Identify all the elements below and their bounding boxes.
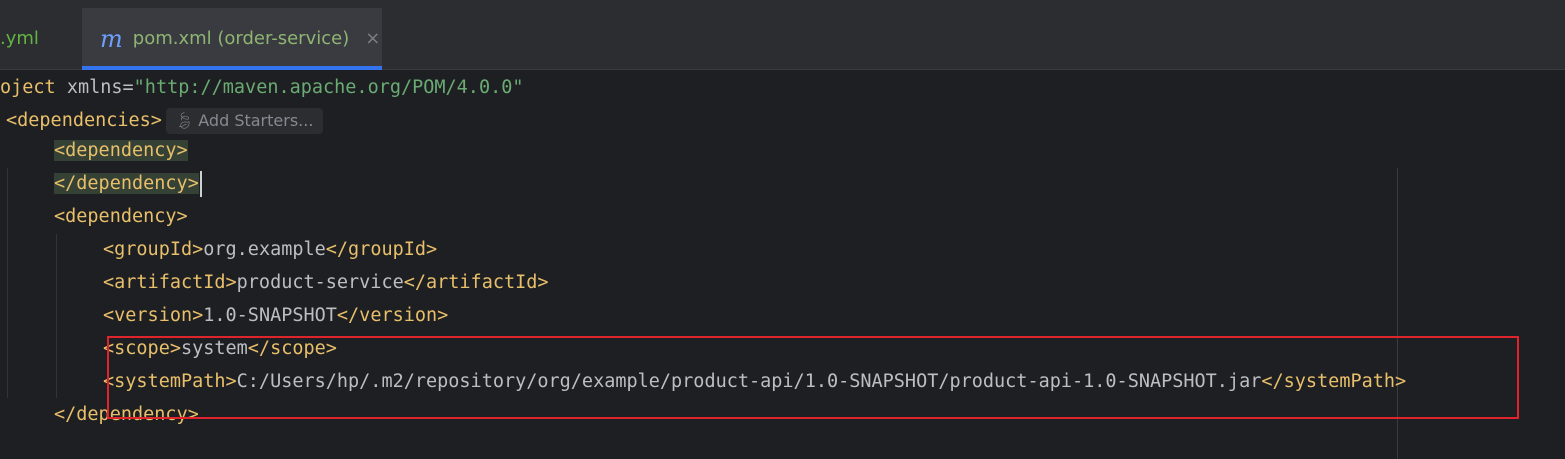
xml-text: product-service (236, 272, 404, 293)
code-line-4: </dependency> (54, 167, 202, 200)
code-line-6: <groupId>org.example</groupId> (103, 233, 437, 266)
spring-leaf-icon: 🍃︎ (173, 111, 195, 130)
code-line-1: oject xmlns="http://maven.apache.org/POM… (0, 71, 524, 104)
xml-tag-matched: </dependency> (54, 173, 199, 194)
xml-attribute-value: "http://maven.apache.org/POM/4.0.0" (133, 77, 524, 98)
indent-guide (7, 168, 8, 398)
code-line-5: <dependency> (54, 200, 188, 233)
tab-pom-label: pom.xml (order-service) (132, 28, 350, 49)
code-line-2: <dependencies> 🍃︎ Add Starters... (6, 104, 324, 137)
close-tab-icon[interactable]: × (365, 28, 380, 49)
xml-tag: <artifactId> (103, 272, 237, 293)
xml-tag: <groupId> (103, 239, 204, 260)
xml-tag: <version> (103, 305, 204, 326)
xml-tag: <dependency> (54, 206, 188, 227)
tab-pom-xml[interactable]: m pom.xml (order-service) × (82, 8, 382, 70)
code-line-7: <artifactId>product-service</artifactId> (103, 266, 549, 299)
xml-tag: oject (0, 77, 56, 98)
indent-guide (56, 234, 57, 398)
editor-tab-bar: .yml m pom.xml (order-service) × (0, 8, 1565, 70)
code-editor[interactable]: oject xmlns="http://maven.apache.org/POM… (0, 70, 1565, 459)
xml-tag: </groupId> (325, 239, 438, 260)
xml-text: 1.0-SNAPSHOT (203, 305, 337, 326)
add-starters-hint[interactable]: 🍃︎ Add Starters... (165, 108, 324, 134)
maven-file-icon: m (100, 24, 123, 53)
xml-tag: </artifactId> (403, 272, 549, 293)
add-starters-label: Add Starters... (198, 111, 314, 130)
text-cursor (199, 171, 202, 197)
xml-tag: </version> (336, 305, 449, 326)
xml-text: org.example (203, 239, 326, 260)
tab-yml-label: .yml (0, 28, 39, 49)
code-line-3: <dependency> (54, 134, 188, 167)
xml-tag-matched: <dependency> (54, 140, 188, 161)
xml-attribute: xmlns= (55, 77, 134, 98)
code-line-8: <version>1.0-SNAPSHOT</version> (103, 299, 448, 332)
xml-tag: <dependencies> (6, 110, 162, 131)
red-annotation-box (107, 336, 1519, 419)
tab-yml[interactable]: .yml (0, 8, 82, 69)
vertical-scrollbar[interactable] (1555, 70, 1565, 459)
